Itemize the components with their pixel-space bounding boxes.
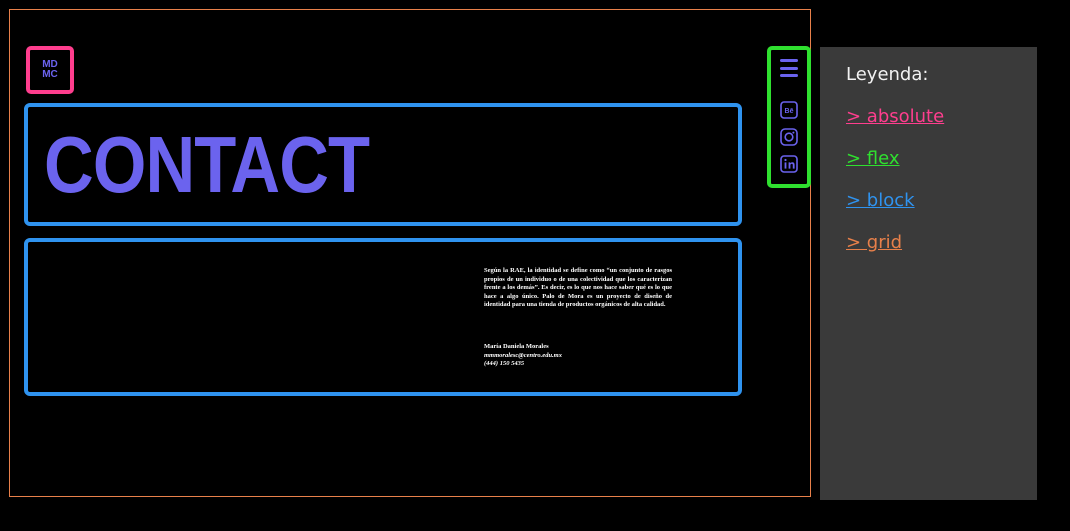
legend-title: Leyenda: xyxy=(846,64,929,85)
description-text: Según la RAE, la identidad se define com… xyxy=(484,267,672,308)
legend-panel: Leyenda: > absolute > flex > block > gri… xyxy=(820,47,1037,500)
svg-text:Bē: Bē xyxy=(785,108,794,115)
legend-link-block[interactable]: > block xyxy=(846,190,915,211)
contact-email[interactable]: mmmoralesc@centro.edu.mx xyxy=(484,352,672,361)
behance-icon[interactable]: Bē xyxy=(780,101,798,119)
hamburger-menu-icon[interactable] xyxy=(780,58,798,78)
page-title: CONTACT xyxy=(44,120,370,209)
contact-name: María Daniela Morales xyxy=(484,343,549,350)
legend-link-flex[interactable]: > flex xyxy=(846,148,900,169)
logo-text: MD MC xyxy=(42,59,58,80)
content-section: Según la RAE, la identidad se define com… xyxy=(24,238,742,396)
contact-info: María Daniela Morales mmmoralesc@centro.… xyxy=(484,343,672,369)
title-section: CONTACT xyxy=(24,103,742,226)
instagram-icon[interactable] xyxy=(780,128,798,146)
side-nav: Bē xyxy=(767,46,811,188)
legend-link-grid[interactable]: > grid xyxy=(846,232,902,253)
contact-phone: (444) 150 5435 xyxy=(484,360,525,367)
linkedin-icon[interactable] xyxy=(780,155,798,173)
logo[interactable]: MD MC xyxy=(26,46,74,94)
legend-link-absolute[interactable]: > absolute xyxy=(846,106,944,127)
